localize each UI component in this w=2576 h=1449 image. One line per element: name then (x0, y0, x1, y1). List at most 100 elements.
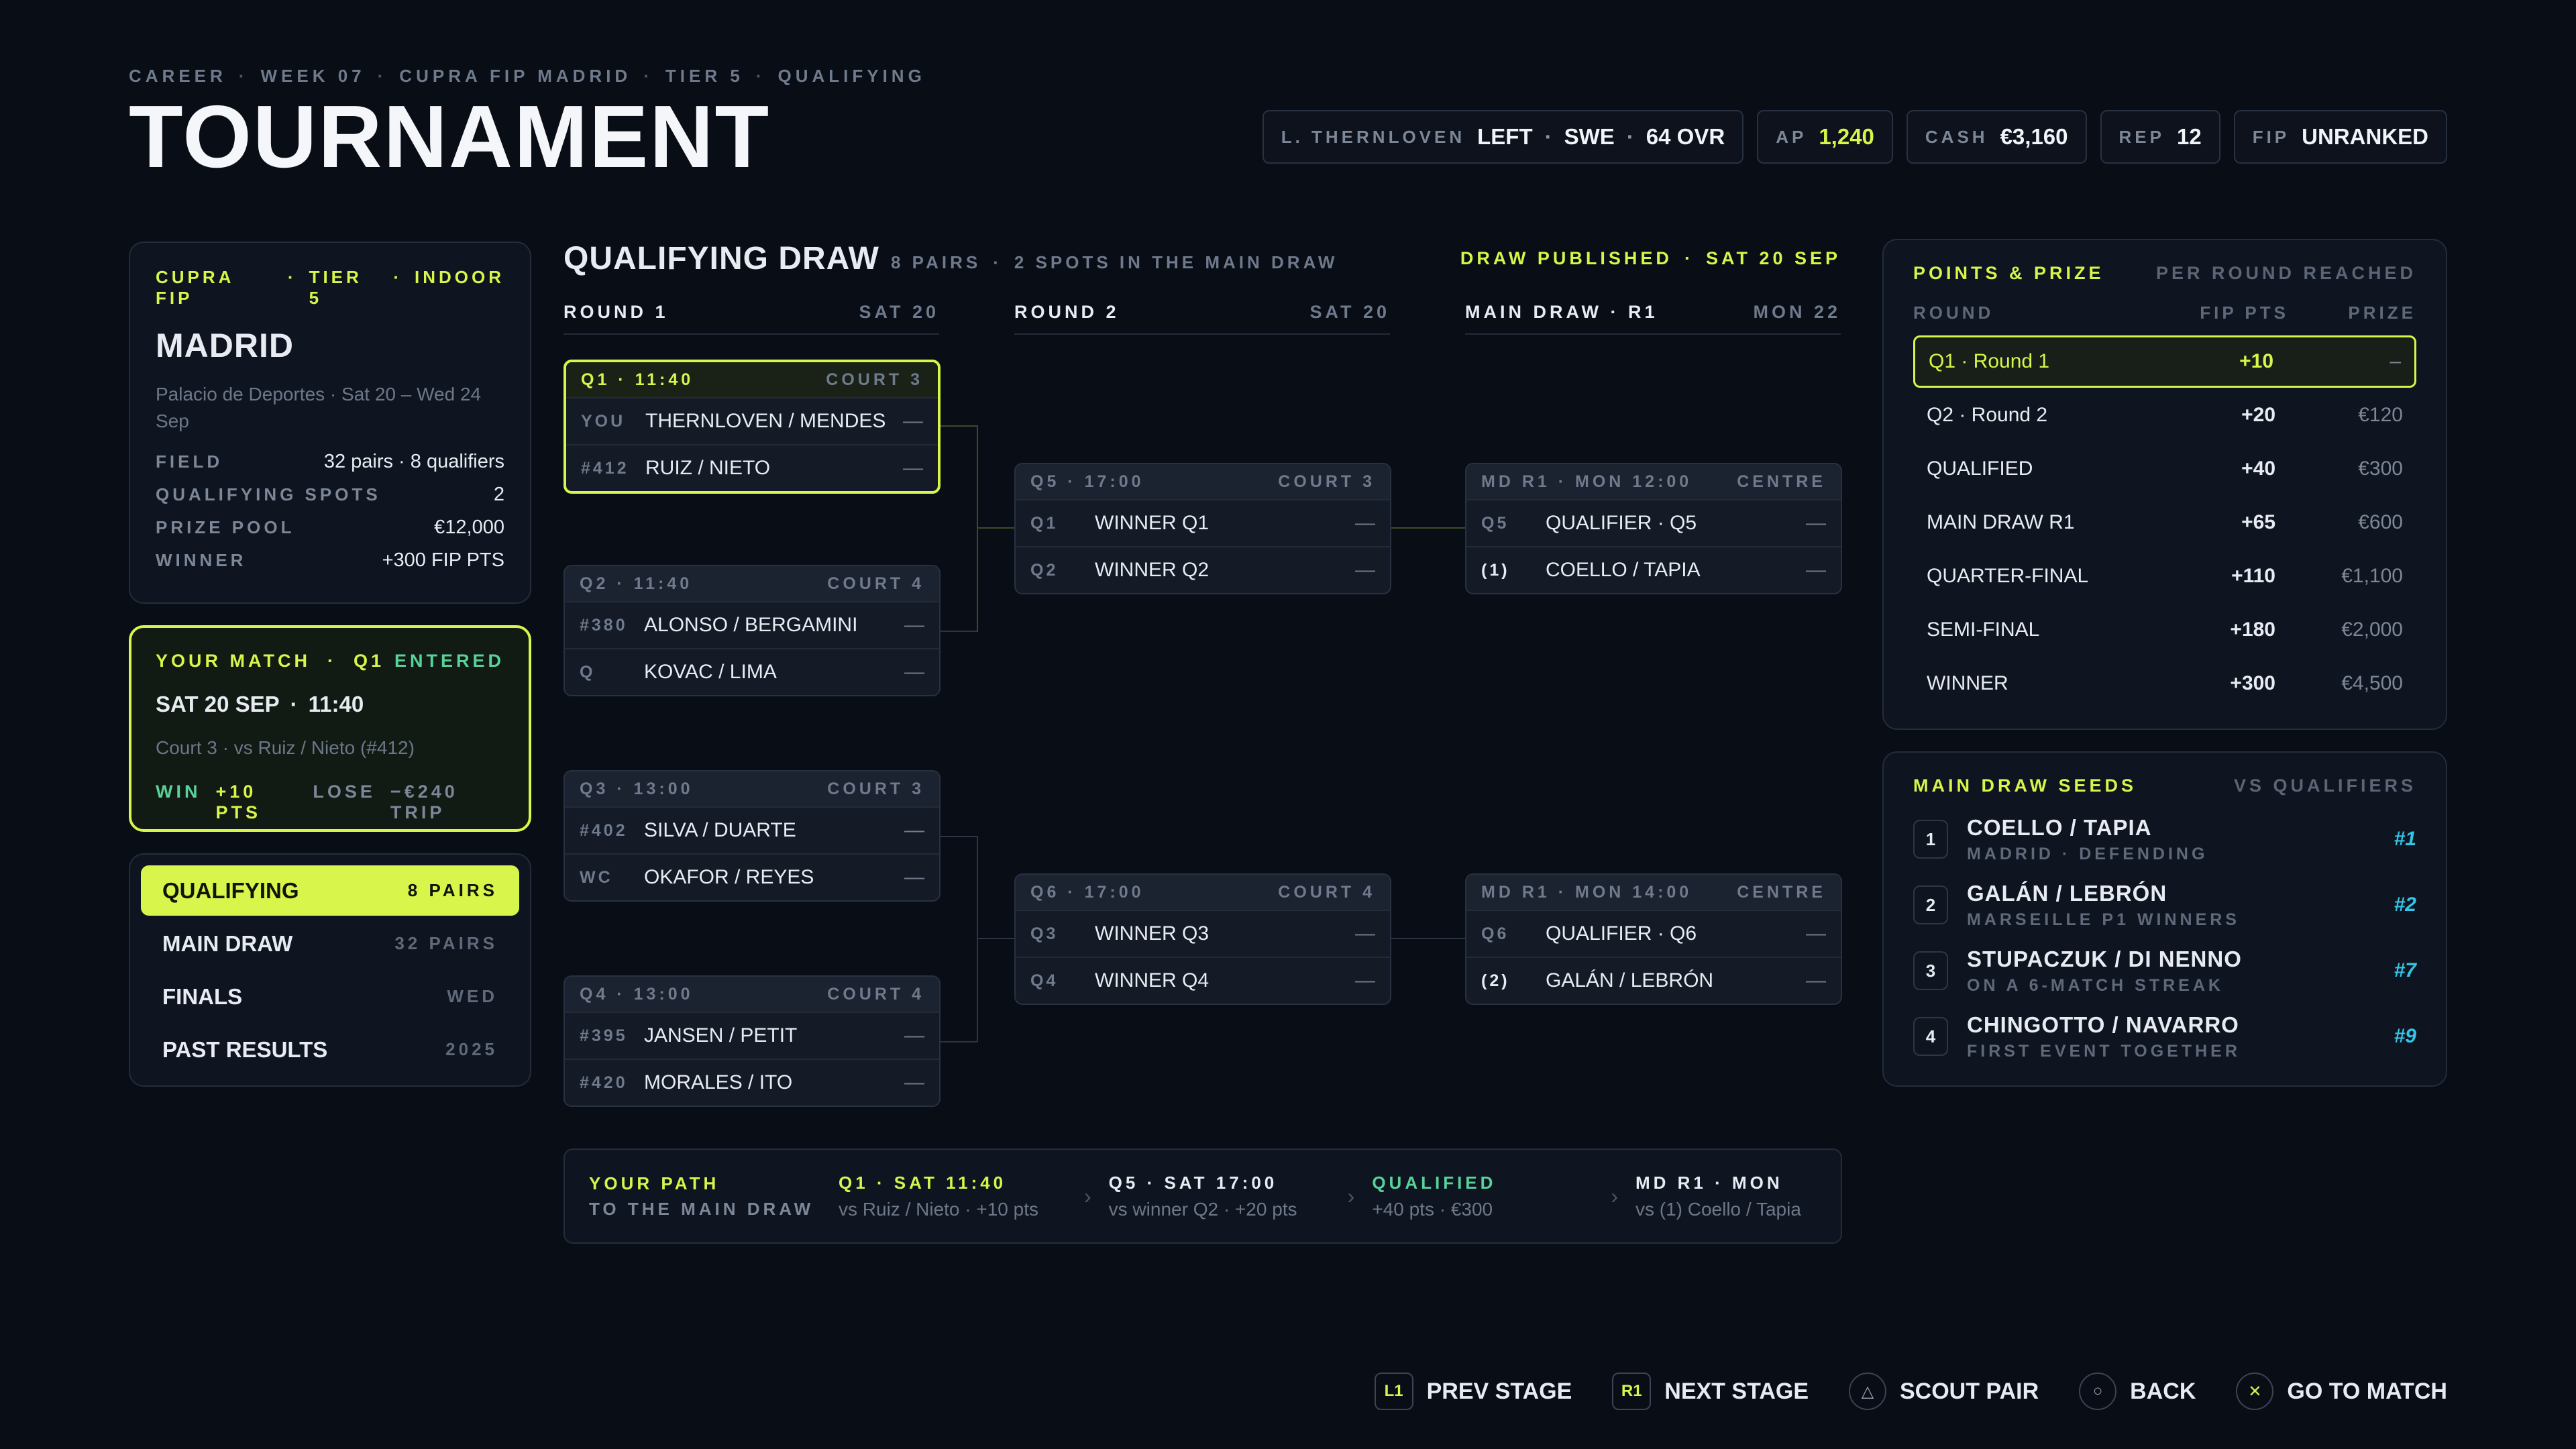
row-key: QUALIFYING SPOTS (156, 484, 381, 504)
l1-button-icon: L1 (1374, 1373, 1413, 1410)
row-round: MAIN DRAW R1 (1927, 511, 2075, 533)
col-prize: PRIZE (2348, 303, 2416, 323)
published-label: DRAW PUBLISHED (1460, 248, 1672, 268)
row-pts: +110 (2231, 565, 2275, 587)
fip-label: FIP (2252, 126, 2290, 147)
seed-row[interactable]: 2 GALÁN / LEBRÓN MARSEILLE P1 WINNERS #2 (1913, 881, 2416, 929)
pair-row[interactable]: Q6 QUALIFIER · Q6 — (1466, 910, 1841, 957)
go-to-match-button[interactable]: ✕ GO TO MATCH (2236, 1373, 2447, 1410)
panel-note: VS QUALIFIERS (2233, 775, 2416, 796)
circle-button-icon: ○ (2079, 1373, 2117, 1410)
step-title: MD R1 · MON (1635, 1172, 1783, 1193)
connector (978, 938, 1016, 939)
pair-row[interactable]: Q2 WINNER Q2 — (1016, 546, 1390, 593)
step-detail: vs Ruiz / Nieto · +10 pts (839, 1198, 1039, 1220)
pair-row[interactable]: Q5 QUALIFIER · Q5 — (1466, 499, 1841, 546)
stage-main-draw[interactable]: MAIN DRAW 32 PAIRS (141, 918, 519, 969)
points-row: MAIN DRAW R1 +65 €600 (1913, 496, 2416, 549)
row-round: WINNER (1927, 672, 2008, 694)
points-row: WINNER +300 €4,500 (1913, 657, 2416, 710)
col-label: MAIN DRAW · R1 (1465, 302, 1658, 322)
match-q5[interactable]: Q5 · 17:00 COURT 3 Q1 WINNER Q1 — Q2 WINNER … (1014, 463, 1391, 594)
rep-value: 12 (2176, 124, 2202, 149)
pair-seed: #395 (580, 1026, 628, 1045)
pair-seed: Q3 (1030, 924, 1059, 943)
event-card: CUPRA FIP · TIER 5 · INDOOR MADRID Palacio… (129, 241, 531, 604)
step-title: QUALIFIED (1372, 1172, 1497, 1193)
crumb-event[interactable]: CUPRA FIP MADRID (399, 66, 631, 87)
pair-score: — (903, 457, 923, 479)
pair-row[interactable]: WC OKAFOR / REYES — (565, 853, 939, 900)
pair-seed: WC (580, 867, 613, 887)
pair-row[interactable]: #402 SILVA / DUARTE — (565, 806, 939, 853)
points-row: QUARTER-FINAL +110 €1,100 (1913, 550, 2416, 602)
match-md-r1-a[interactable]: MD R1 · MON 12:00 CENTRE Q5 QUALIFIER · Q5… (1465, 463, 1842, 594)
pair-row[interactable]: YOU THERNLOVEN / MENDES — (566, 397, 938, 444)
event-series: CUPRA FIP (156, 267, 234, 308)
pair-row[interactable]: (1) COELLO / TAPIA — (1466, 546, 1841, 593)
pair-row[interactable]: Q4 WINNER Q4 — (1016, 957, 1390, 1004)
pair-row[interactable]: #420 MORALES / ITO — (565, 1059, 939, 1106)
your-match-card[interactable]: YOUR MATCH · Q1 ENTERED SAT 20 SEP · 11:4… (129, 625, 531, 832)
match-court: COURT 3 (1278, 472, 1375, 491)
player-chip[interactable]: L. THERNLOVEN LEFT · SWE · 64 OVR (1262, 110, 1744, 164)
match-md-r1-b[interactable]: MD R1 · MON 14:00 CENTRE Q6 QUALIFIER · Q6… (1465, 873, 1842, 1005)
match-q6[interactable]: Q6 · 17:00 COURT 4 Q3 WINNER Q3 — Q4 WINNER … (1014, 873, 1391, 1005)
pair-row[interactable]: Q KOVAC / LIMA — (565, 648, 939, 695)
win-value: +10 PTS (215, 782, 261, 822)
match-q3[interactable]: Q3 · 13:00 COURT 3 #402 SILVA / DUARTE — WC… (564, 770, 941, 902)
row-value: +300 FIP PTS (382, 549, 504, 571)
pair-row[interactable]: #412 RUIZ / NIETO — (566, 444, 938, 491)
seed-row[interactable]: 1 COELLO / TAPIA MADRID · DEFENDING #1 (1913, 814, 2416, 863)
connector (1389, 938, 1465, 939)
connector (977, 425, 978, 632)
seed-row[interactable]: 3 STUPACZUK / DI NENNO ON A 6-MATCH STREAK… (1913, 947, 2416, 995)
hint-label: SCOUT PAIR (1900, 1378, 2039, 1404)
published-date: SAT 20 SEP (1705, 248, 1841, 268)
bracket-subtitle: 8 PAIRS · 2 SPOTS IN THE MAIN DRAW (891, 252, 1338, 272)
event-tier: TIER 5 (309, 267, 362, 308)
pair-row[interactable]: (2) GALÁN / LEBRÓN — (1466, 957, 1841, 1004)
connector (938, 836, 978, 837)
match-head: Q1 · 11:40 (581, 370, 694, 389)
match-q4[interactable]: Q4 · 13:00 COURT 4 #395 JANSEN / PETIT — #4… (564, 975, 941, 1107)
pair-name: QUALIFIER · Q5 (1546, 512, 1697, 534)
match-head: Q5 · 17:00 (1030, 472, 1144, 491)
pair-row[interactable]: #380 ALONSO / BERGAMINI — (565, 601, 939, 648)
pair-seed: #412 (581, 458, 629, 478)
stage-finals[interactable]: FINALS WED (141, 971, 519, 1022)
pair-seed: #380 (580, 615, 628, 635)
prev-stage-button[interactable]: L1 PREV STAGE (1374, 1373, 1572, 1410)
stage-name: QUALIFYING (162, 877, 299, 903)
match-q1[interactable]: Q1 · 11:40 COURT 3 YOU THERNLOVEN / MENDES… (564, 360, 941, 494)
match-court: CENTRE (1737, 472, 1826, 491)
pair-row[interactable]: #395 JANSEN / PETIT — (565, 1012, 939, 1059)
pair-seed: Q4 (1030, 971, 1059, 990)
col-round: ROUND (1913, 303, 1994, 323)
seed-number: 1 (1913, 820, 1948, 859)
triangle-button-icon: △ (1849, 1373, 1886, 1410)
step-detail: vs (1) Coello / Tapia (1635, 1198, 1801, 1220)
stage-meta: 32 PAIRS (394, 933, 498, 953)
next-stage-button[interactable]: R1 NEXT STAGE (1612, 1373, 1809, 1410)
pair-row[interactable]: Q1 WINNER Q1 — (1016, 499, 1390, 546)
scout-pair-button[interactable]: △ SCOUT PAIR (1849, 1373, 2039, 1410)
seed-row[interactable]: 4 CHINGOTTO / NAVARRO FIRST EVENT TOGETHER… (1913, 1012, 2416, 1061)
event-row-spots: QUALIFYING SPOTS 2 (156, 484, 504, 506)
path-step-q5: Q5 · SAT 17:00 vs winner Q2 · +20 pts (1109, 1173, 1330, 1220)
points-table-header: ROUND FIP PTS PRIZE (1913, 303, 2416, 323)
crumb-week[interactable]: WEEK 07 (260, 66, 365, 87)
back-button[interactable]: ○ BACK (2079, 1373, 2196, 1410)
path-step-q1: Q1 · SAT 11:40 vs Ruiz / Nieto · +10 pts (839, 1173, 1067, 1220)
pair-row[interactable]: Q3 WINNER Q3 — (1016, 910, 1390, 957)
seed-name: COELLO / TAPIA (1967, 814, 2152, 840)
hint-label: BACK (2130, 1378, 2196, 1404)
stage-past-results[interactable]: PAST RESULTS 2025 (141, 1024, 519, 1075)
match-court: COURT 4 (827, 574, 924, 593)
match-q2[interactable]: Q2 · 11:40 COURT 4 #380 ALONSO / BERGAMINI… (564, 565, 941, 696)
row-prize: €300 (2358, 458, 2403, 480)
event-row-field: FIELD 32 pairs · 8 qualifiers (156, 451, 504, 473)
stage-qualifying[interactable]: QUALIFYING 8 PAIRS (141, 865, 519, 916)
chevron-right-icon: › (1084, 1183, 1091, 1208)
crumb-career[interactable]: CAREER (129, 66, 227, 87)
